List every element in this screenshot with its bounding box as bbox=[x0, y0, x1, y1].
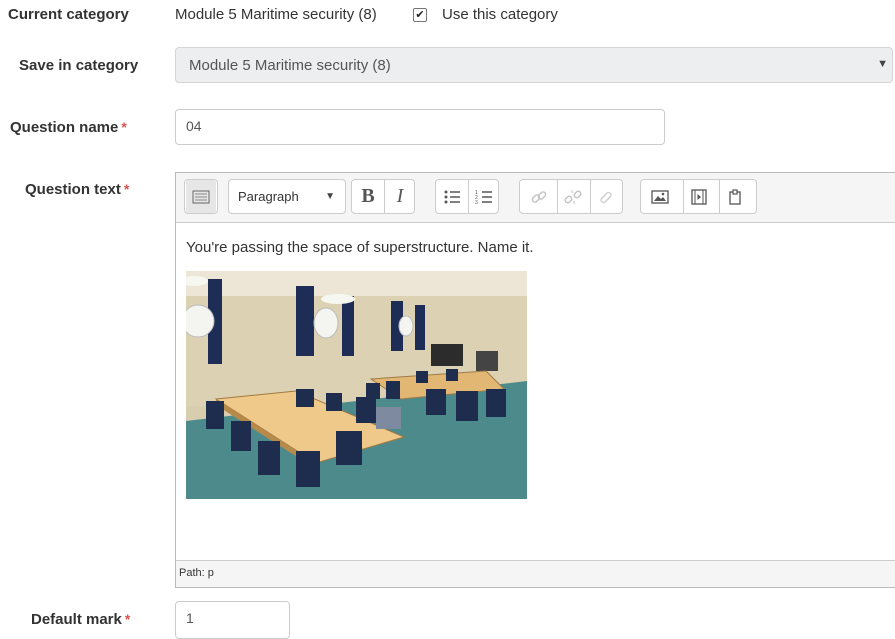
film-icon bbox=[691, 188, 707, 205]
question-name-label-text: Question name bbox=[10, 119, 119, 136]
link-icon bbox=[531, 190, 547, 203]
default-mark-label-text: Default mark bbox=[31, 611, 122, 628]
insert-media-button[interactable] bbox=[683, 180, 714, 213]
italic-button[interactable]: I bbox=[384, 180, 415, 213]
svg-text:3: 3 bbox=[475, 200, 478, 205]
numbered-list-icon: 123 bbox=[475, 190, 492, 205]
question-text-label: Question text * bbox=[25, 181, 129, 198]
insert-image-button[interactable] bbox=[645, 180, 675, 213]
required-icon: * bbox=[123, 181, 130, 197]
anchor-link-icon bbox=[600, 191, 612, 203]
unlink-icon bbox=[564, 189, 582, 204]
question-text-content[interactable]: You're passing the space of superstructu… bbox=[186, 239, 534, 256]
toolbar-toggle-group bbox=[184, 179, 218, 214]
save-in-category-label: Save in category bbox=[19, 57, 139, 74]
caret-down-icon: ▼ bbox=[325, 191, 335, 202]
bullet-list-icon bbox=[444, 190, 460, 203]
unlink-button[interactable] bbox=[557, 180, 588, 213]
current-category-value: Module 5 Maritime security (8) bbox=[175, 6, 377, 23]
default-mark-label: Default mark * bbox=[31, 611, 130, 628]
editor-toolbar: Paragraph ▼ B I 123 bbox=[176, 173, 895, 223]
question-name-label: Question name * bbox=[10, 119, 127, 136]
use-this-category-checkbox[interactable]: ✔ bbox=[413, 8, 427, 22]
paragraph-format-select[interactable]: Paragraph ▼ bbox=[228, 179, 346, 214]
editor-path: Path: p bbox=[179, 567, 214, 579]
default-mark-input[interactable]: 1 bbox=[175, 601, 290, 639]
question-name-input[interactable]: 04 bbox=[175, 109, 665, 145]
required-icon: * bbox=[124, 611, 131, 627]
caret-down-icon: ▼ bbox=[877, 58, 888, 70]
default-mark-value: 1 bbox=[186, 610, 194, 626]
anchor-button[interactable] bbox=[590, 180, 621, 213]
required-icon: * bbox=[121, 119, 127, 135]
question-name-value: 04 bbox=[186, 118, 202, 134]
files-icon bbox=[729, 188, 741, 205]
toolbar-toggle-button[interactable] bbox=[186, 180, 216, 213]
image-icon bbox=[651, 189, 669, 204]
save-in-category-selected: Module 5 Maritime security (8) bbox=[189, 57, 391, 74]
media-group bbox=[640, 179, 757, 214]
unordered-list-button[interactable] bbox=[437, 180, 467, 213]
embedded-image-meeting-room[interactable] bbox=[186, 271, 527, 499]
link-button[interactable] bbox=[524, 180, 554, 213]
link-group bbox=[519, 179, 623, 214]
list-group: 123 bbox=[435, 179, 499, 214]
current-category-label: Current category bbox=[8, 6, 129, 23]
use-this-category-label[interactable]: Use this category bbox=[442, 6, 558, 23]
editor-path-bar: Path: p bbox=[176, 560, 895, 587]
manage-files-button[interactable] bbox=[719, 180, 750, 213]
question-text-label-text: Question text bbox=[25, 181, 121, 198]
bold-button[interactable]: B bbox=[353, 180, 383, 213]
save-in-category-select[interactable]: Module 5 Maritime security (8) ▼ bbox=[175, 47, 893, 83]
keyboard-icon bbox=[192, 190, 210, 203]
ordered-list-button[interactable]: 123 bbox=[468, 180, 499, 213]
question-text-editor[interactable]: Paragraph ▼ B I 123 You're passing the s… bbox=[175, 172, 895, 588]
paragraph-format-value: Paragraph bbox=[238, 189, 299, 204]
text-style-group: B I bbox=[351, 179, 415, 214]
